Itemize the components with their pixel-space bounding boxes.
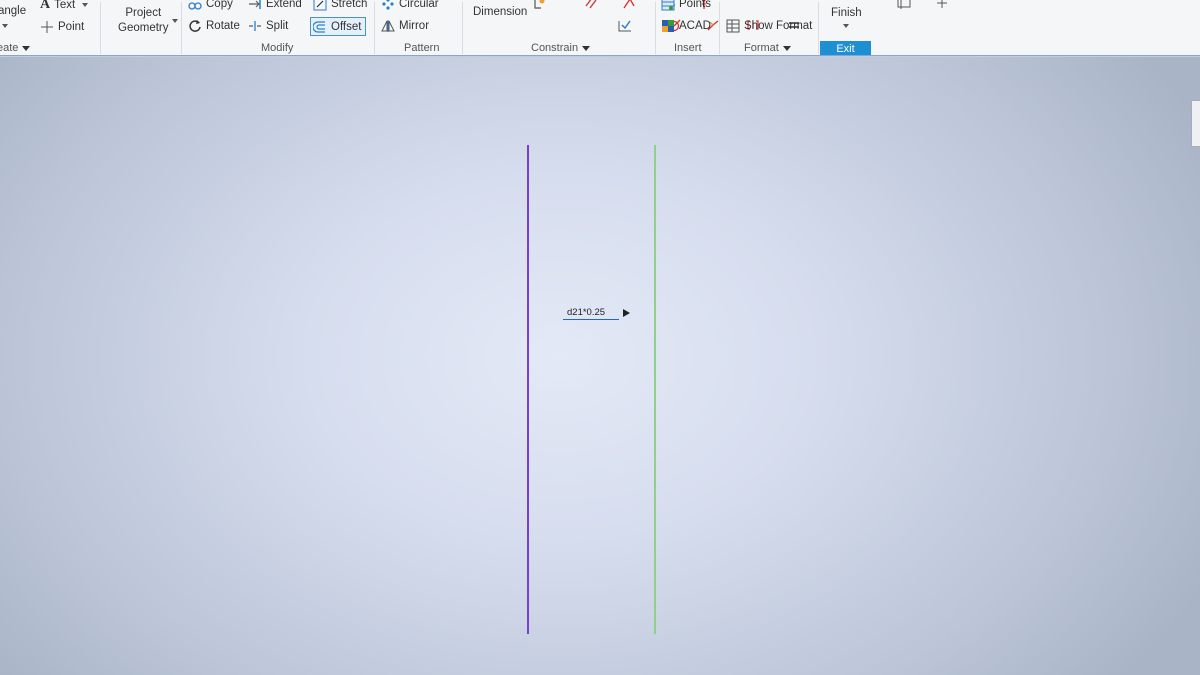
rectangle-button[interactable]: angle — [0, 5, 26, 17]
separator — [719, 2, 720, 54]
pattern-label: Pattern — [404, 42, 440, 54]
tangent-constraint-icon[interactable] — [622, 0, 636, 10]
constrain-dropdown-icon — [582, 45, 591, 51]
construction-icon[interactable] — [897, 0, 911, 10]
constrain-label: Constrain — [531, 42, 579, 54]
separator — [818, 2, 819, 54]
separator — [100, 2, 101, 54]
format-label: Format — [744, 42, 779, 54]
dimension-input[interactable]: d21*0.25 — [563, 307, 619, 320]
modify-group-label: Modify — [261, 42, 293, 54]
copy-icon — [188, 0, 202, 11]
copy-label: Copy — [206, 0, 233, 10]
acad-label: ACAD — [679, 20, 711, 32]
create-group-label[interactable]: eate — [0, 42, 31, 54]
offset-label: Offset — [331, 20, 362, 33]
ribbon: angle eate A Text Point Project Geometry… — [0, 0, 1200, 57]
stretch-button[interactable]: Stretch — [313, 0, 367, 11]
exit-group-label: Exit — [820, 41, 871, 56]
modify-label: Modify — [261, 42, 294, 54]
insert-label: Insert — [674, 42, 702, 54]
project-geometry-dropdown-icon[interactable] — [172, 19, 178, 23]
split-button[interactable]: Split — [248, 19, 288, 33]
offset-button[interactable]: Offset — [310, 17, 367, 36]
stretch-icon — [313, 0, 327, 11]
import-points-button[interactable]: Points — [661, 0, 711, 11]
show-format-label: Show Format — [744, 20, 813, 32]
copy-button[interactable]: Copy — [188, 0, 233, 11]
dimension-button[interactable]: Dimension — [473, 6, 527, 18]
point-icon — [40, 20, 54, 34]
rectangle-label: angle — [0, 5, 27, 17]
create-dropdown-icon — [22, 45, 31, 51]
exit-label: Exit — [836, 42, 855, 55]
extend-label: Extend — [266, 0, 302, 10]
constrain-group-label[interactable]: Constrain — [531, 42, 591, 54]
sketch-line-green[interactable] — [654, 145, 656, 634]
format-group-label[interactable]: Format — [744, 42, 791, 54]
dimension-input-box[interactable]: d21*0.25 — [563, 304, 633, 322]
parallel-constraint-icon[interactable] — [584, 0, 598, 10]
side-panel-tab[interactable] — [1191, 100, 1200, 147]
finish-label: Finish — [831, 7, 862, 19]
circular-pattern-button[interactable]: Circular — [381, 0, 439, 11]
acad-icon — [661, 19, 675, 33]
separator — [655, 2, 656, 54]
separator — [462, 2, 463, 54]
fix-constraint-icon[interactable] — [618, 18, 632, 32]
finish-sketch-button[interactable]: Finish — [831, 7, 862, 19]
insert-group-label: Insert — [674, 42, 702, 54]
mirror-icon — [381, 19, 395, 33]
finish-dropdown-icon[interactable] — [843, 24, 849, 28]
format-dropdown-icon — [782, 45, 791, 51]
rotate-icon — [188, 19, 202, 33]
create-label: eate — [0, 42, 19, 54]
sketch-canvas[interactable]: d21*0.25 — [0, 57, 1200, 675]
show-format-button[interactable]: Show Format — [726, 19, 812, 33]
split-icon — [248, 19, 262, 33]
stretch-label: Stretch — [331, 0, 368, 10]
rotate-button[interactable]: Rotate — [188, 19, 240, 33]
project-geometry-label-1: Project — [125, 7, 162, 19]
import-points-icon — [661, 0, 675, 11]
circular-pattern-icon — [381, 0, 395, 11]
mirror-label: Mirror — [399, 20, 430, 32]
extend-button[interactable]: Extend — [248, 0, 302, 11]
mirror-button[interactable]: Mirror — [381, 19, 429, 33]
coincident-constraint-icon[interactable] — [533, 0, 547, 10]
pattern-group-label: Pattern — [404, 42, 439, 54]
text-label: Text — [54, 0, 76, 11]
import-points-label: Points — [679, 0, 711, 10]
dimension-label: Dimension — [473, 6, 528, 18]
point-label: Point — [58, 21, 85, 33]
centerpoint-icon[interactable] — [935, 0, 949, 10]
circular-pattern-label: Circular — [399, 0, 439, 10]
sketch-line-purple[interactable] — [527, 145, 529, 634]
point-button[interactable]: Point — [40, 20, 84, 34]
rotate-label: Rotate — [206, 20, 240, 32]
project-geometry-label-2: Geometry — [118, 22, 169, 34]
acad-button[interactable]: ACAD — [661, 19, 711, 33]
separator — [374, 2, 375, 54]
show-format-icon — [726, 19, 740, 33]
text-icon: A — [40, 0, 51, 12]
text-button[interactable]: A Text — [40, 0, 89, 13]
project-geometry-button[interactable]: Project Geometry — [118, 6, 169, 36]
split-label: Split — [266, 20, 289, 32]
separator — [181, 2, 182, 54]
dimension-options-icon[interactable] — [623, 309, 630, 317]
extend-icon — [248, 0, 262, 11]
rectangle-dropdown-icon[interactable] — [2, 24, 8, 28]
text-dropdown-icon — [82, 3, 89, 7]
offset-icon — [312, 20, 327, 34]
